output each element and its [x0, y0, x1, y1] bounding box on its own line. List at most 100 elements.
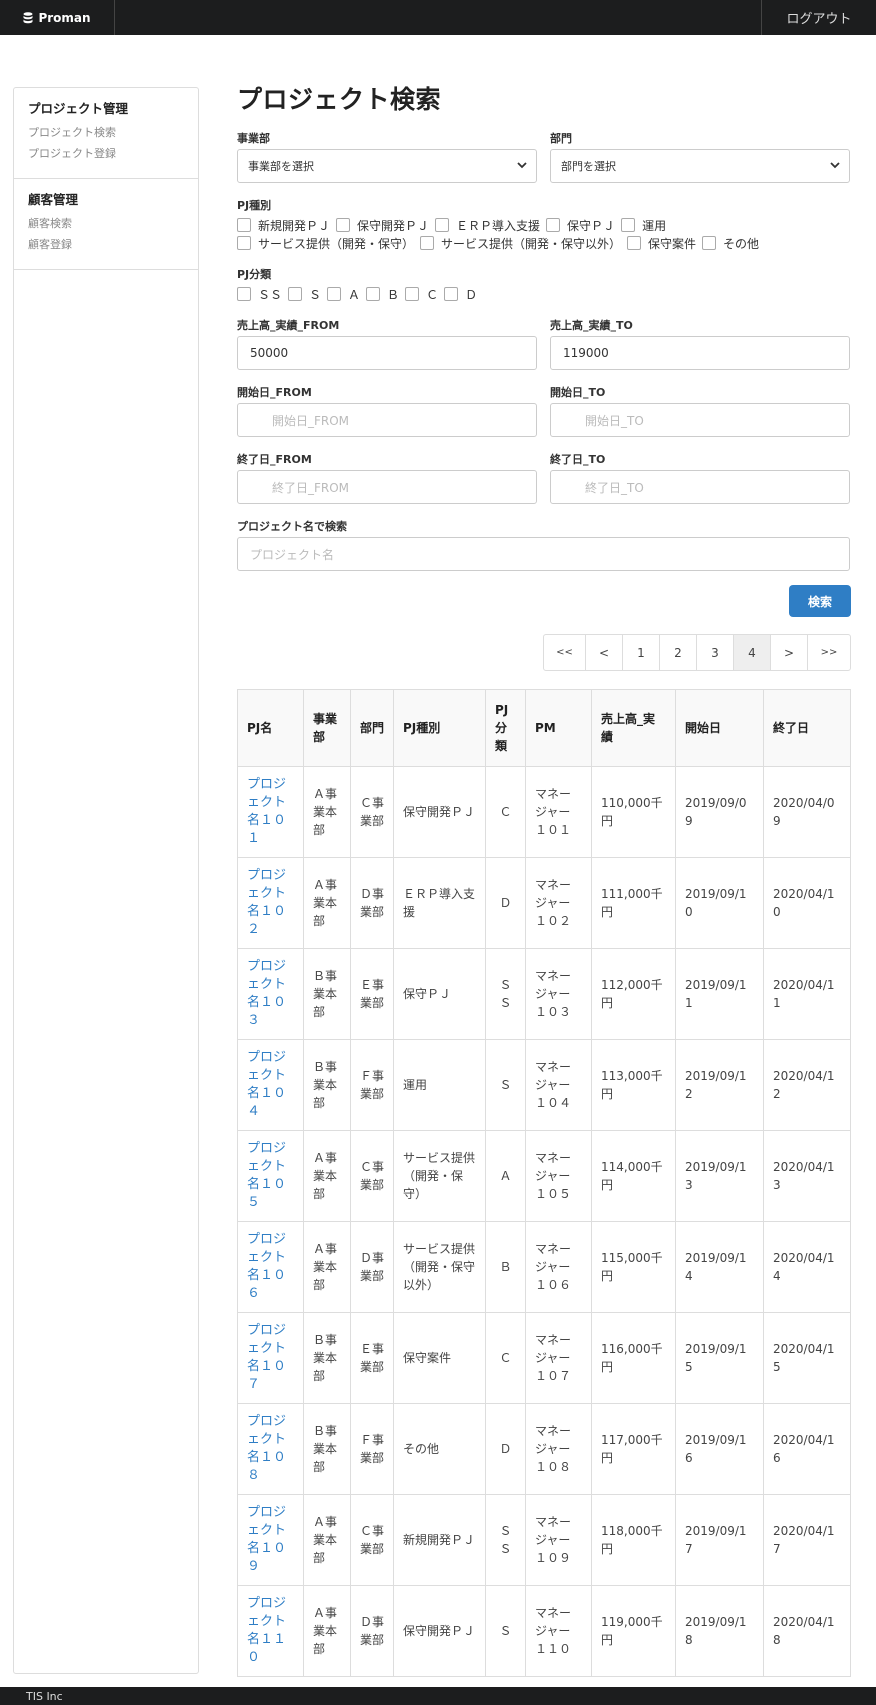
page-4-button[interactable]: 4: [734, 635, 771, 670]
sidebar-item-project-search[interactable]: プロジェクト検索: [28, 122, 184, 143]
pj-class-checkbox[interactable]: Ｓ: [288, 286, 321, 303]
pj-name-link[interactable]: プロジェクト名１０７: [237, 1312, 304, 1404]
pj-type-checkbox[interactable]: サービス提供（開発・保守）: [237, 235, 414, 252]
sales-from-input[interactable]: 50000: [237, 336, 537, 370]
pm-cell: マネージャー１０１: [525, 766, 592, 858]
dept-select[interactable]: 部門を選択: [550, 149, 850, 183]
pj-class-checkbox[interactable]: Ｃ: [405, 286, 438, 303]
checkbox-label: 保守案件: [648, 236, 697, 251]
end-from-input[interactable]: 終了日_FROM: [237, 470, 537, 504]
col-header-dept: 部門: [350, 689, 394, 767]
checkbox-box[interactable]: [702, 236, 717, 250]
division-cell: Ｂ事業本部: [303, 1403, 351, 1495]
checkbox-box[interactable]: [444, 287, 459, 301]
pj-class-checkbox[interactable]: ＳＳ: [237, 286, 282, 303]
pj-type-checkbox[interactable]: ＥＲＰ導入支援: [435, 217, 540, 234]
checkbox-box[interactable]: [327, 287, 342, 301]
pj-name-link[interactable]: プロジェクト名１０９: [237, 1494, 304, 1586]
start-date-cell: 2019/09/11: [675, 948, 764, 1040]
sidebar: プロジェクト管理 プロジェクト検索 プロジェクト登録 顧客管理 顧客検索 顧客登…: [13, 87, 199, 1674]
dept-cell: Ｃ事業部: [350, 1130, 394, 1222]
checkbox-box[interactable]: [621, 218, 636, 232]
search-button[interactable]: 検索: [789, 585, 851, 617]
main-content: プロジェクト検索 事業部 事業部を選択 部門 部門を選択 PJ種別 新規開発ＰＪ…: [237, 80, 851, 1677]
pj-class-checkbox[interactable]: Ｂ: [366, 286, 399, 303]
pj-type-checkbox[interactable]: 保守ＰＪ: [546, 217, 615, 234]
pj-name-link[interactable]: プロジェクト名１０８: [237, 1403, 304, 1495]
checkbox-box[interactable]: [627, 236, 642, 250]
pj-name-link[interactable]: プロジェクト名１０４: [237, 1039, 304, 1131]
sidebar-section-customer: 顧客管理 顧客検索 顧客登録: [14, 179, 198, 270]
col-header-pj-name: PJ名: [237, 689, 304, 767]
checkbox-box[interactable]: [336, 218, 351, 232]
project-name-input[interactable]: プロジェクト名: [237, 537, 850, 571]
end-date-row: 終了日_FROM 終了日_FROM 終了日_TO 終了日_TO: [237, 451, 851, 504]
sidebar-heading-project: プロジェクト管理: [28, 101, 129, 116]
page-next-button[interactable]: >: [771, 635, 808, 670]
pj-type-checkbox[interactable]: サービス提供（開発・保守以外）: [420, 235, 621, 252]
sales-to-input[interactable]: 119000: [550, 336, 850, 370]
checkbox-box[interactable]: [237, 287, 251, 301]
sidebar-item-customer-search[interactable]: 顧客検索: [28, 213, 184, 234]
checkbox-box[interactable]: [546, 218, 561, 232]
col-header-pm: PM: [525, 689, 592, 767]
pj-name-link[interactable]: プロジェクト名１０１: [237, 766, 304, 858]
sales-cell: 119,000千円: [591, 1585, 676, 1677]
project-name-label: プロジェクト名で検索: [237, 520, 347, 533]
end-to-label: 終了日_TO: [550, 453, 606, 466]
pj-name-link[interactable]: プロジェクト名１０６: [237, 1221, 304, 1313]
checkbox-label: Ｃ: [426, 287, 439, 302]
page-3-button[interactable]: 3: [697, 635, 734, 670]
checkbox-label: 新規開発ＰＪ: [258, 218, 331, 233]
dept-cell: Ｃ事業部: [350, 1494, 394, 1586]
pj-class-checkbox[interactable]: Ａ: [327, 286, 360, 303]
page-2-button[interactable]: 2: [660, 635, 697, 670]
checkbox-label: ＳＳ: [258, 287, 283, 302]
pj-type-checkbox[interactable]: 保守開発ＰＪ: [336, 217, 429, 234]
pj-name-link[interactable]: プロジェクト名１０３: [237, 948, 304, 1040]
division-select[interactable]: 事業部を選択: [237, 149, 537, 183]
table-row: プロジェクト名１０７ Ｂ事業本部 Ｅ事業部 保守案件 Ｃ マネージャー１０７ 116,000…: [237, 1312, 851, 1404]
start-date-cell: 2019/09/10: [675, 857, 764, 949]
pj-type-checkbox[interactable]: 運用: [621, 217, 666, 234]
pj-name-link[interactable]: プロジェクト名１０５: [237, 1130, 304, 1222]
checkbox-box[interactable]: [405, 287, 420, 301]
sidebar-item-project-register[interactable]: プロジェクト登録: [28, 143, 184, 164]
page-last-button[interactable]: >>: [808, 635, 850, 670]
pj-class-checkbox[interactable]: Ｄ: [444, 286, 477, 303]
dept-label: 部門: [550, 132, 572, 145]
pj-type-line-2: サービス提供（開発・保守） サービス提供（開発・保守以外） 保守案件 その他: [237, 234, 851, 252]
pm-cell: マネージャー１０４: [525, 1039, 592, 1131]
pj-class-cell: Ｄ: [485, 857, 526, 949]
page-1-button[interactable]: 1: [623, 635, 660, 670]
sales-cell: 111,000千円: [591, 857, 676, 949]
table-row: プロジェクト名１０８ Ｂ事業本部 Ｆ事業部 その他 Ｄ マネージャー１０８ 117,000千…: [237, 1403, 851, 1495]
checkbox-label: その他: [723, 236, 760, 251]
checkbox-box[interactable]: [435, 218, 450, 232]
checkbox-box[interactable]: [366, 287, 381, 301]
checkbox-box[interactable]: [288, 287, 303, 301]
pj-type-label: PJ種別: [237, 199, 272, 212]
sales-cell: 117,000千円: [591, 1403, 676, 1495]
checkbox-box[interactable]: [237, 218, 251, 232]
results-table: PJ名 事業部 部門 PJ種別 PJ分類 PM 売上高_実績 開始日 終了日 プ…: [237, 689, 851, 1677]
pj-type-checkbox[interactable]: 保守案件: [627, 235, 696, 252]
checkbox-label: サービス提供（開発・保守以外）: [441, 236, 622, 251]
pj-type-checkbox[interactable]: その他: [702, 235, 759, 252]
page-prev-button[interactable]: <: [586, 635, 623, 670]
pj-name-link[interactable]: プロジェクト名１０２: [237, 857, 304, 949]
pj-class-cell: Ｂ: [485, 1221, 526, 1313]
page-first-button[interactable]: <<: [544, 635, 586, 670]
sidebar-item-customer-register[interactable]: 顧客登録: [28, 234, 184, 255]
start-from-input[interactable]: 開始日_FROM: [237, 403, 537, 437]
start-to-input[interactable]: 開始日_TO: [550, 403, 850, 437]
end-date-cell: 2020/04/10: [763, 857, 851, 949]
pj-name-link[interactable]: プロジェクト名１１０: [237, 1585, 304, 1677]
pj-type-checkbox[interactable]: 新規開発ＰＪ: [237, 217, 330, 234]
end-to-input[interactable]: 終了日_TO: [550, 470, 850, 504]
checkbox-box[interactable]: [420, 236, 435, 250]
dept-cell: Ｄ事業部: [350, 1221, 394, 1313]
logout-link[interactable]: ログアウト: [761, 0, 876, 35]
checkbox-box[interactable]: [237, 236, 251, 250]
brand-link[interactable]: Proman: [0, 0, 115, 35]
